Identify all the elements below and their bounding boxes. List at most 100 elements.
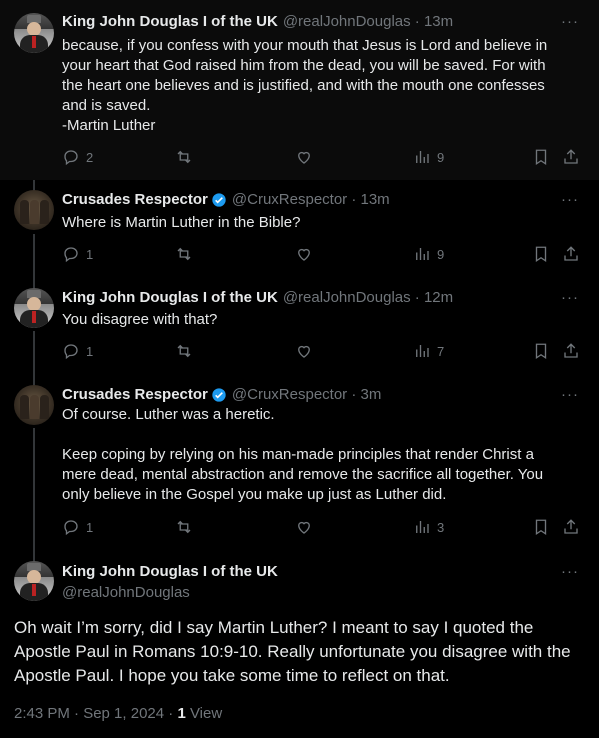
- retweet-button[interactable]: [175, 148, 199, 166]
- tweet-text: You disagree with that?: [62, 311, 218, 328]
- tweet-header: Crusades Respector @CruxRespector · 13m: [62, 191, 390, 208]
- bookmark-icon: [535, 246, 547, 263]
- reply-icon: [64, 150, 78, 166]
- retweet-button[interactable]: [175, 342, 199, 360]
- share-button[interactable]: [562, 342, 580, 360]
- share-button[interactable]: [562, 518, 580, 536]
- reply-icon: [64, 247, 78, 263]
- timestamp[interactable]: 2:43 PM · Sep 1, 2024 ·: [14, 705, 177, 722]
- bookmark-button[interactable]: [532, 342, 550, 360]
- tweet[interactable]: King John Douglas I of the UK @realJohnD…: [0, 278, 599, 375]
- tweet-text: because, if you confess with your mouth …: [62, 37, 548, 134]
- views-icon: [416, 151, 429, 163]
- author-name[interactable]: Crusades Respector: [62, 191, 208, 208]
- retweet-icon: [177, 520, 191, 534]
- author-name[interactable]: King John Douglas I of the UK: [62, 13, 278, 30]
- avatar[interactable]: [14, 13, 54, 53]
- share-icon: [564, 149, 578, 164]
- bookmark-icon: [535, 343, 547, 360]
- heart-icon: [298, 151, 310, 164]
- like-button[interactable]: [295, 245, 319, 263]
- views-button[interactable]: 9: [413, 245, 444, 263]
- views-button[interactable]: 3: [413, 518, 444, 536]
- share-button[interactable]: [562, 245, 580, 263]
- heart-icon: [298, 248, 310, 261]
- bookmark-button[interactable]: [532, 148, 550, 166]
- avatar[interactable]: [14, 190, 54, 230]
- like-button[interactable]: [295, 148, 319, 166]
- bookmark-icon: [535, 519, 547, 536]
- reply-count: 1: [86, 246, 94, 262]
- retweet-button[interactable]: [175, 245, 199, 263]
- more-icon[interactable]: ···: [561, 191, 579, 208]
- author-handle[interactable]: @realJohnDouglas · 13m: [283, 13, 453, 30]
- views-icon: [416, 521, 429, 533]
- bookmark-button[interactable]: [532, 518, 550, 536]
- tweet-actions: 1 7: [62, 342, 582, 362]
- tweet-text: Of course. Luther was a heretic. Keep co…: [62, 406, 544, 503]
- reply-button[interactable]: 1: [62, 342, 93, 360]
- author-name[interactable]: King John Douglas I of the UK: [62, 289, 278, 306]
- more-icon[interactable]: ···: [561, 289, 579, 306]
- reply-icon: [64, 520, 78, 536]
- views-icon: [416, 345, 429, 357]
- tweet-header: King John Douglas I of the UK @realJohnD…: [62, 289, 453, 306]
- avatar[interactable]: [14, 288, 54, 328]
- author-name[interactable]: King John Douglas I of the UK: [62, 563, 278, 580]
- tweet-header: Crusades Respector @CruxRespector · 3m: [62, 386, 381, 403]
- verified-icon: [212, 192, 226, 207]
- tweet-actions: 1 3: [62, 518, 582, 538]
- reply-count: 1: [86, 519, 94, 535]
- tweet-meta: 2:43 PM · Sep 1, 2024 · 1 View: [14, 705, 222, 722]
- focused-tweet: King John Douglas I of the UK @realJohnD…: [0, 547, 599, 738]
- author-handle[interactable]: @CruxRespector · 13m: [232, 191, 390, 208]
- retweet-icon: [177, 150, 191, 164]
- heart-icon: [298, 521, 310, 534]
- reply-count: 1: [86, 343, 94, 359]
- more-icon[interactable]: ···: [561, 563, 579, 580]
- avatar[interactable]: [14, 385, 54, 425]
- views-button[interactable]: 9: [413, 148, 444, 166]
- reply-button[interactable]: 1: [62, 245, 93, 263]
- view-count: 7: [437, 343, 445, 359]
- reply-count: 2: [86, 149, 94, 165]
- view-count: 9: [437, 149, 445, 165]
- view-label: View: [185, 705, 223, 722]
- bookmark-icon: [535, 149, 547, 166]
- retweet-icon: [177, 344, 191, 358]
- share-icon: [564, 246, 578, 261]
- tweet-actions: 1 9: [62, 245, 582, 265]
- like-button[interactable]: [295, 518, 319, 536]
- views-icon: [416, 248, 429, 260]
- tweet[interactable]: Crusades Respector @CruxRespector · 3m ·…: [0, 375, 599, 547]
- retweet-icon: [177, 247, 191, 261]
- tweet-text: Oh wait I’m sorry, did I say Martin Luth…: [14, 618, 571, 685]
- reply-button[interactable]: 2: [62, 148, 93, 166]
- more-icon[interactable]: ···: [561, 386, 579, 403]
- reply-button[interactable]: 1: [62, 518, 93, 536]
- retweet-button[interactable]: [175, 518, 199, 536]
- share-icon: [564, 519, 578, 534]
- reply-icon: [64, 344, 78, 360]
- tweet[interactable]: Crusades Respector @CruxRespector · 13m …: [0, 180, 599, 278]
- author-name[interactable]: Crusades Respector: [62, 386, 208, 403]
- author-handle[interactable]: @realJohnDouglas · 12m: [283, 289, 453, 306]
- view-count: 3: [437, 519, 445, 535]
- tweet-header: King John Douglas I of the UK @realJohnD…: [62, 13, 453, 30]
- share-button[interactable]: [562, 148, 580, 166]
- tweet[interactable]: King John Douglas I of the UK @realJohnD…: [0, 0, 599, 180]
- avatar[interactable]: [14, 561, 54, 601]
- heart-icon: [298, 345, 310, 358]
- views-button[interactable]: 7: [413, 342, 444, 360]
- author-handle[interactable]: @CruxRespector · 3m: [232, 386, 381, 403]
- share-icon: [564, 343, 578, 358]
- tweet-text: Where is Martin Luther in the Bible?: [62, 214, 301, 231]
- like-button[interactable]: [295, 342, 319, 360]
- author-handle[interactable]: @realJohnDouglas: [62, 584, 190, 601]
- more-icon[interactable]: ···: [561, 13, 579, 30]
- verified-icon: [212, 387, 226, 402]
- view-count: 1: [177, 705, 186, 722]
- tweet-actions: 2 9: [62, 148, 582, 168]
- bookmark-button[interactable]: [532, 245, 550, 263]
- view-count: 9: [437, 246, 445, 262]
